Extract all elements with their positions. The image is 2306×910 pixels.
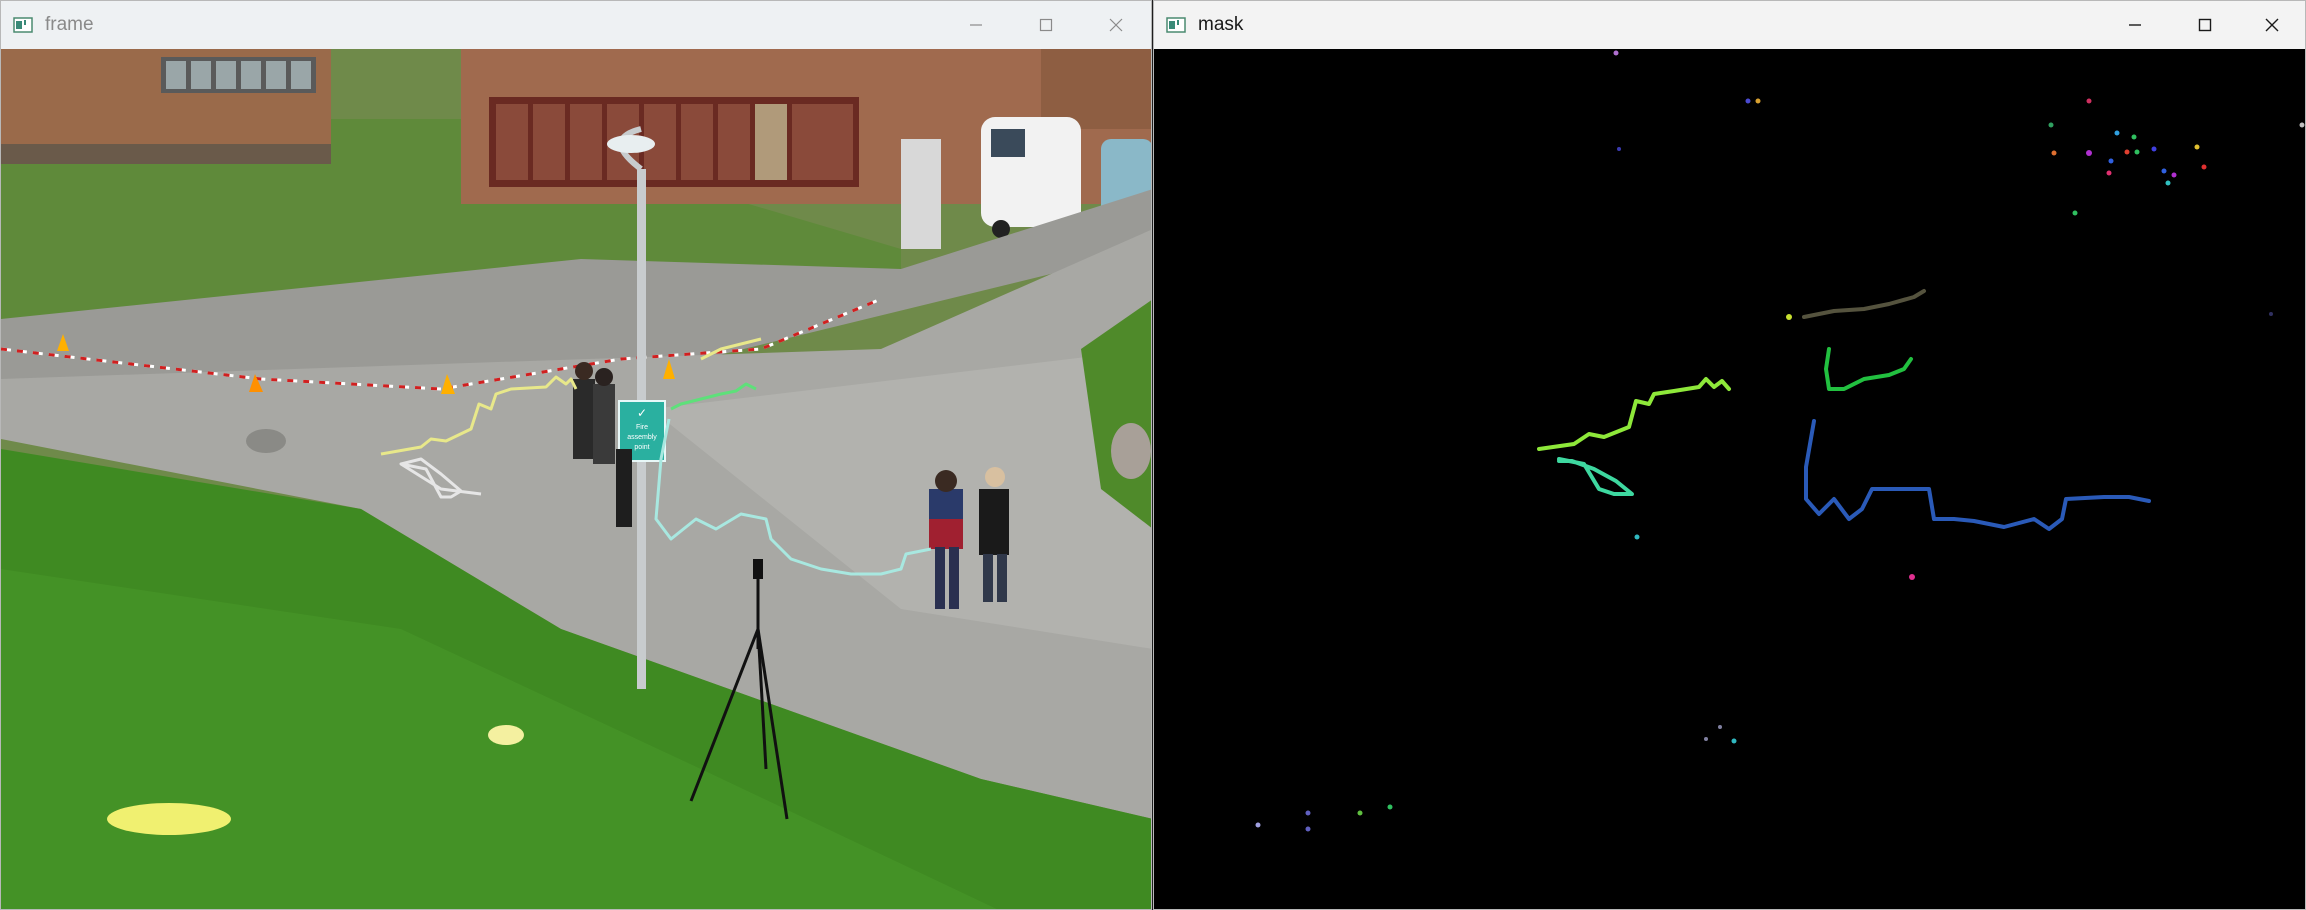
minimize-icon <box>2129 24 2141 26</box>
debris-bag <box>107 803 231 835</box>
mask-close-button[interactable] <box>2237 1 2305 49</box>
mask-window[interactable]: mask <box>1153 0 2306 910</box>
mask-titlebar[interactable]: mask <box>1154 1 2305 49</box>
maximize-icon <box>2198 18 2212 32</box>
sign-line-2: assembly <box>627 434 657 441</box>
opencv-window-icon <box>1166 17 1186 33</box>
frame-video-view: ✓ Fire assembly point <box>1 49 1151 909</box>
frame-maximize-button[interactable] <box>1011 1 1081 49</box>
sign-line-1: Fire <box>636 424 648 431</box>
sign-checkmark: ✓ <box>637 406 647 420</box>
frame-close-button[interactable] <box>1081 1 1151 49</box>
frame-minimize-button[interactable] <box>941 1 1011 49</box>
camera-scene: ✓ Fire assembly point <box>1 49 1151 909</box>
frame-titlebar[interactable]: frame <box>1 1 1151 49</box>
frame-window-title: frame <box>45 14 94 35</box>
mask-maximize-button[interactable] <box>2170 1 2240 49</box>
opencv-window-icon <box>13 17 33 33</box>
maximize-icon <box>1039 18 1053 32</box>
frame-window[interactable]: frame ✓ Fire assembly point <box>0 0 1152 910</box>
minimize-icon <box>970 24 982 26</box>
mask-video-view <box>1154 49 2305 909</box>
close-icon <box>2265 18 2279 32</box>
mask-window-title: mask <box>1198 14 1244 35</box>
close-icon <box>1109 18 1123 32</box>
sign-line-3: point <box>634 444 649 451</box>
mask-canvas <box>1154 49 2305 909</box>
mask-minimize-button[interactable] <box>2100 1 2170 49</box>
